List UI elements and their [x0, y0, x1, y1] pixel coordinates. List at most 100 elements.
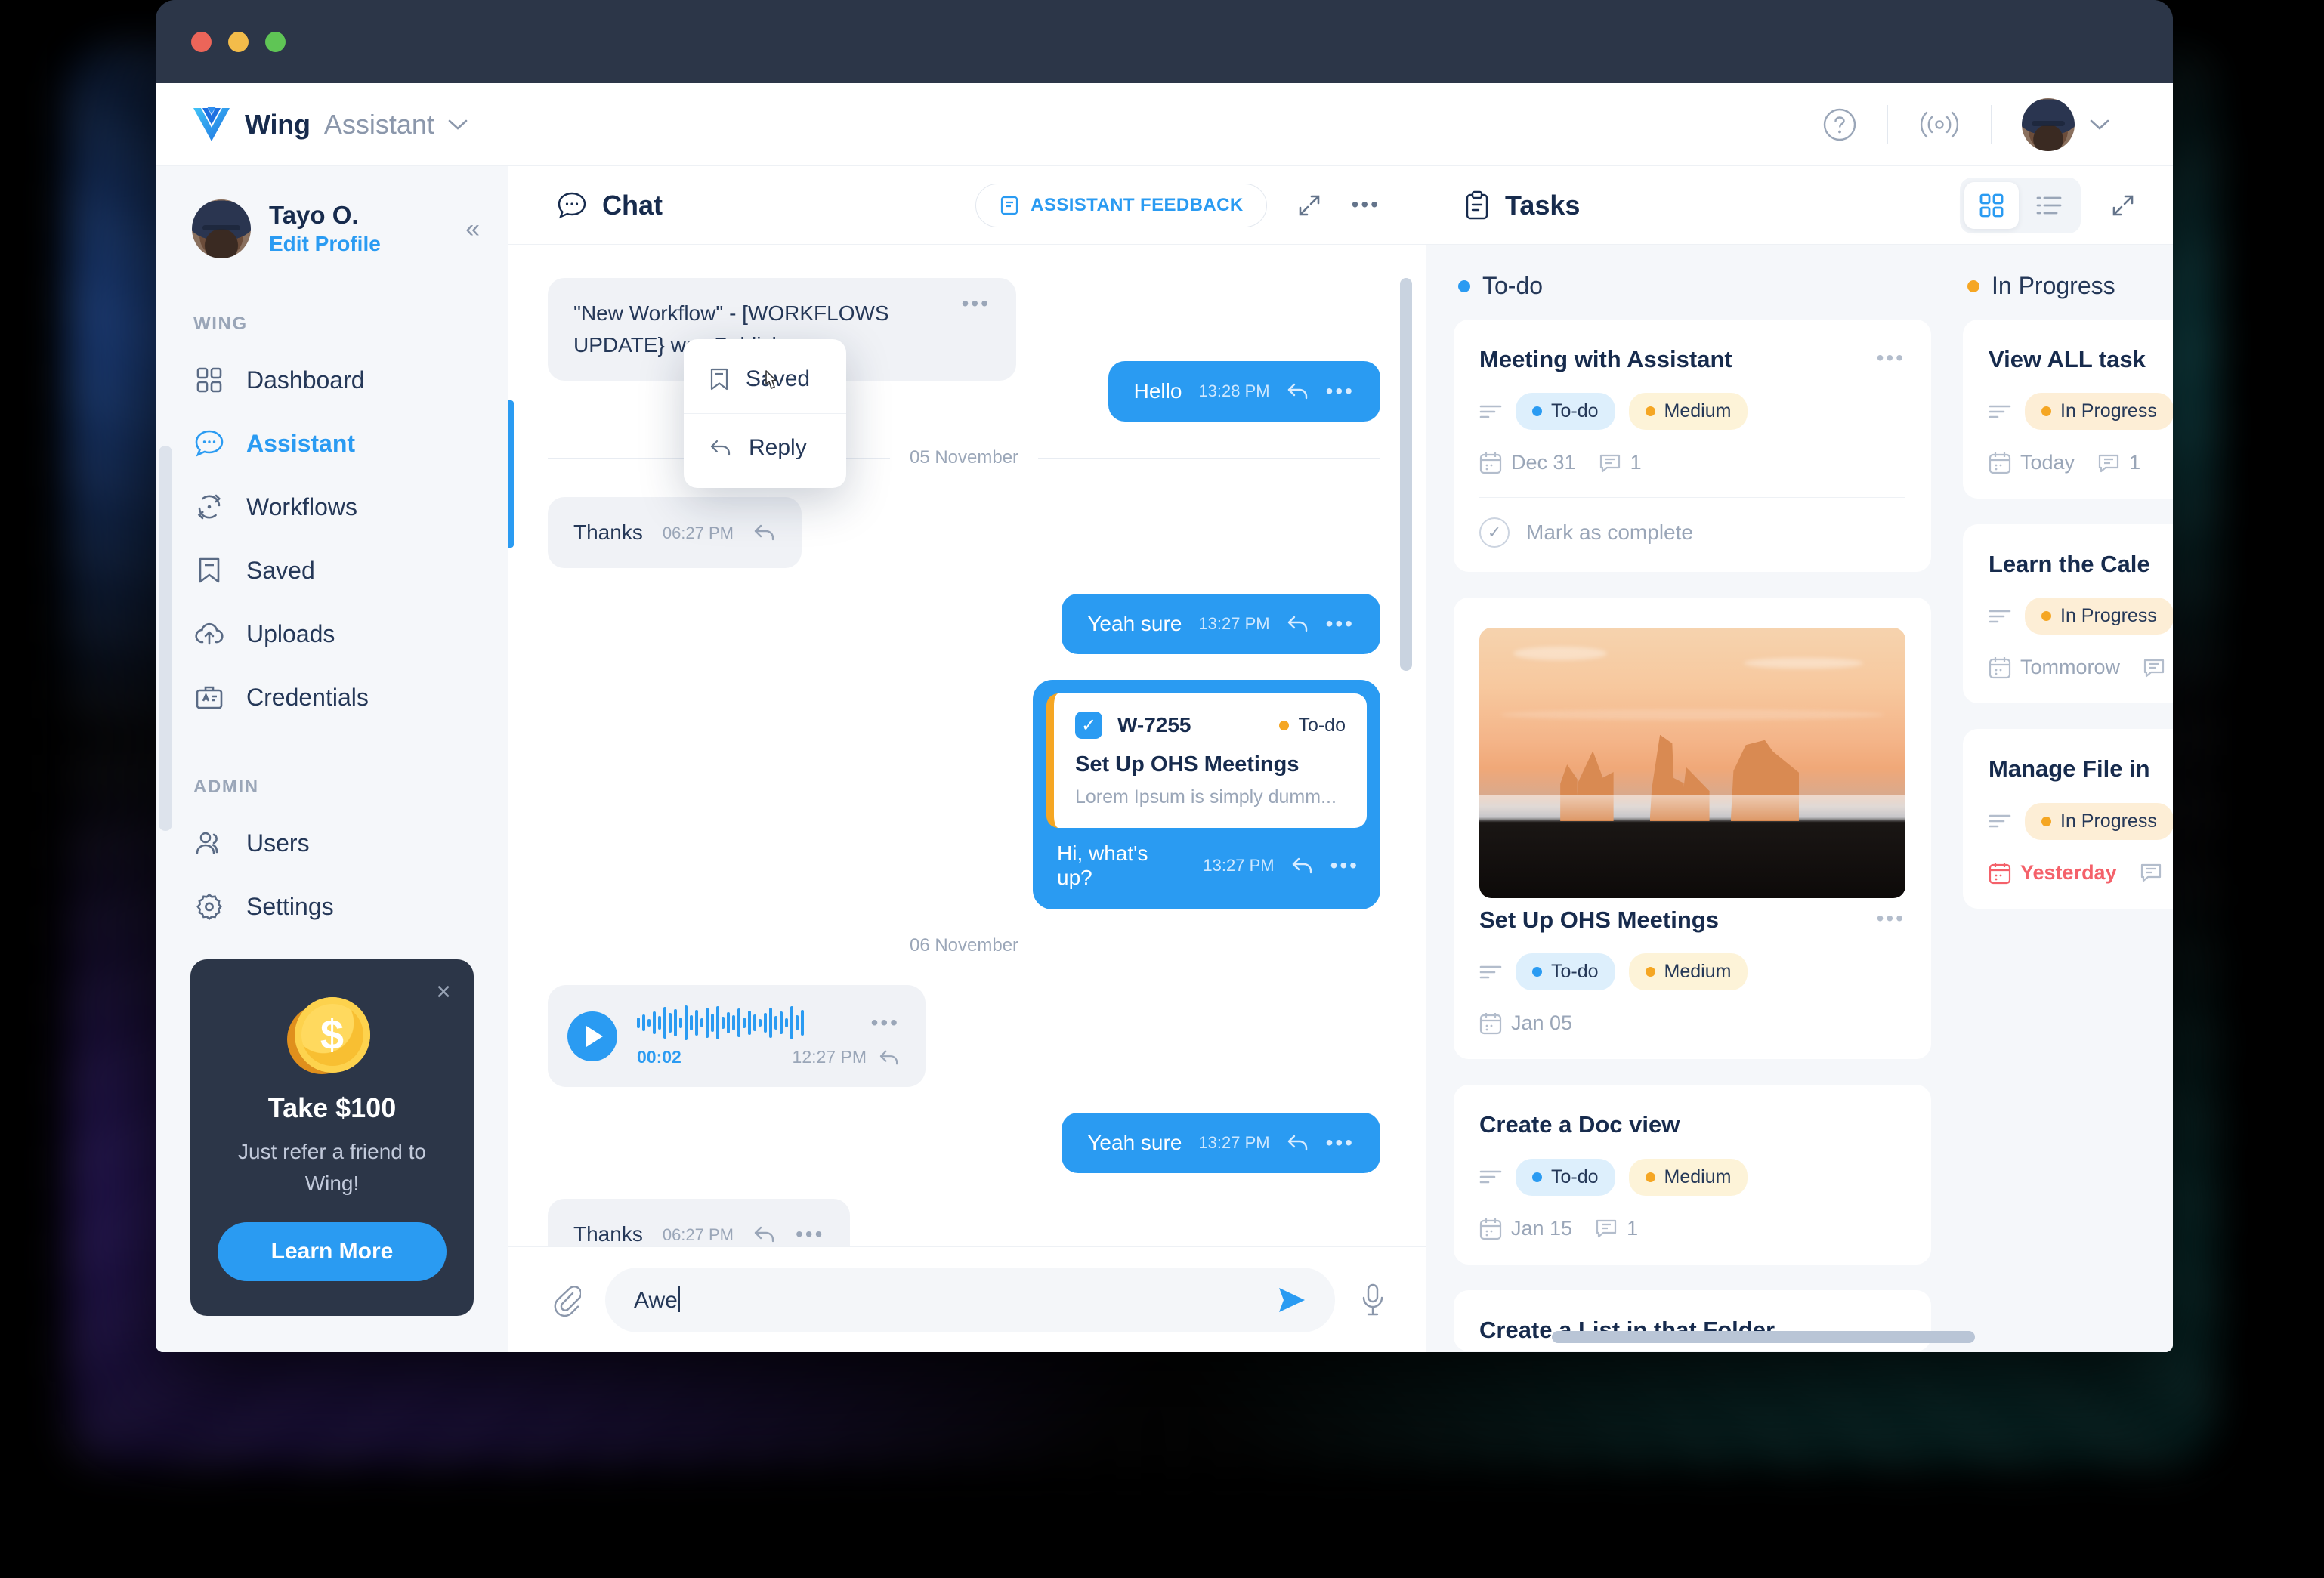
date-separator-label: 05 November: [909, 447, 1019, 468]
expand-icon[interactable]: [1296, 192, 1323, 219]
sidebar-profile[interactable]: Tayo O. Edit Profile «: [156, 166, 508, 286]
priority-label: Medium: [1664, 961, 1732, 983]
task-column-cards: View ALL task In Progress Today 1 Learn …: [1963, 320, 2173, 1352]
message-row: Yeah sure 13:27 PM •••: [548, 1113, 1380, 1173]
reply-icon[interactable]: [1287, 1134, 1309, 1152]
sidebar-item-assistant[interactable]: Assistant: [156, 412, 508, 475]
more-horizontal-icon[interactable]: •••: [1330, 854, 1359, 875]
help-button[interactable]: [1792, 107, 1887, 142]
message-time: 06:27 PM: [662, 523, 734, 542]
task-column-in-progress: In Progress View ALL task In Progress To…: [1963, 245, 2173, 1352]
message-row: Thanks 06:27 PM •••: [548, 1199, 1380, 1246]
message-bubble-outgoing[interactable]: Yeah sure 13:27 PM •••: [1062, 1113, 1380, 1173]
sidebar-item-credentials[interactable]: Credentials: [156, 665, 508, 729]
calendar-icon: [1479, 1011, 1502, 1035]
tasks-header: Tasks: [1426, 166, 2173, 245]
sidebar-item-users[interactable]: Users: [156, 811, 508, 875]
mark-complete-label: Mark as complete: [1526, 520, 1693, 545]
grid-view-icon[interactable]: [1964, 181, 2019, 229]
edit-profile-link[interactable]: Edit Profile: [269, 230, 381, 258]
calendar-icon: [1989, 656, 2011, 679]
message-bubble-task[interactable]: ✓ W-7255 To-do Set Up OHS Meetings Lorem…: [1033, 680, 1380, 909]
task-card[interactable]: Create a Doc view To-do Medium Jan 15 1: [1454, 1085, 1931, 1265]
task-card[interactable]: Set Up OHS Meetings ••• To-do Medium Jan…: [1454, 598, 1931, 1060]
reply-icon[interactable]: [1287, 615, 1309, 633]
minimize-window-button[interactable]: [228, 31, 249, 52]
refresh-icon: [193, 491, 225, 523]
reply-icon[interactable]: [753, 1225, 776, 1243]
status-badge: To-do: [1279, 715, 1346, 737]
calendar-icon: [1479, 451, 1502, 474]
message-input[interactable]: Awe: [634, 1286, 1275, 1314]
maximize-window-button[interactable]: [265, 31, 286, 52]
list-view-icon[interactable]: [2022, 182, 2076, 229]
tasks-horizontal-scrollbar[interactable]: [1552, 1331, 1975, 1343]
paperclip-icon[interactable]: [551, 1283, 581, 1317]
mark-complete-button[interactable]: ✓ Mark as complete: [1479, 517, 1905, 548]
more-horizontal-icon[interactable]: •••: [1352, 194, 1380, 215]
context-menu-item-reply[interactable]: Reply: [684, 418, 846, 477]
send-icon[interactable]: [1275, 1285, 1309, 1315]
reply-icon[interactable]: [1287, 382, 1309, 400]
brand[interactable]: Wing Assistant: [192, 106, 468, 143]
sidebar-item-saved[interactable]: Saved: [156, 539, 508, 602]
play-button[interactable]: [567, 1011, 617, 1061]
assistant-feedback-button[interactable]: ASSISTANT FEEDBACK: [975, 183, 1267, 227]
task-preview-card[interactable]: ✓ W-7255 To-do Set Up OHS Meetings Lorem…: [1046, 693, 1367, 828]
voice-message[interactable]: ••• 00:02 12:27 PM: [548, 985, 926, 1087]
message-bubble-incoming[interactable]: Thanks 06:27 PM •••: [548, 1199, 851, 1246]
message-bubble-outgoing[interactable]: Hello 13:28 PM •••: [1108, 361, 1380, 422]
task-card-title: Set Up OHS Meetings: [1479, 906, 1719, 934]
task-card[interactable]: View ALL task In Progress Today 1: [1963, 320, 2173, 499]
message-input-wrapper[interactable]: Awe: [605, 1267, 1335, 1332]
microphone-icon[interactable]: [1359, 1283, 1386, 1317]
chat-scrollbar[interactable]: [1400, 278, 1412, 671]
learn-more-button[interactable]: Learn More: [218, 1222, 447, 1281]
message-bubble-outgoing[interactable]: Yeah sure 13:27 PM •••: [1062, 594, 1380, 654]
broadcast-button[interactable]: [1888, 109, 1991, 141]
sidebar-item-settings[interactable]: Settings: [156, 875, 508, 938]
sidebar-item-workflows[interactable]: Workflows: [156, 475, 508, 539]
task-card[interactable]: Learn the Cale In Progress Tommorow: [1963, 524, 2173, 704]
sidebar-scrollbar[interactable]: [159, 446, 172, 831]
more-horizontal-icon[interactable]: •••: [796, 1223, 824, 1244]
more-horizontal-icon[interactable]: •••: [1877, 906, 1905, 929]
sidebar-item-label: Workflows: [246, 493, 357, 520]
message-input-value: Awe: [634, 1287, 678, 1313]
sidebar-item-uploads[interactable]: Uploads: [156, 602, 508, 665]
priority-badge: Medium: [1628, 953, 1748, 991]
close-window-button[interactable]: [191, 31, 212, 52]
message-time: 13:27 PM: [1203, 856, 1275, 875]
status-badge: In Progress: [2025, 598, 2173, 635]
task-card[interactable]: Manage File in In Progress Yesterday: [1963, 729, 2173, 909]
task-card[interactable]: Meeting with Assistant ••• To-do Medium …: [1454, 320, 1931, 573]
more-horizontal-icon[interactable]: •••: [962, 293, 990, 314]
sidebar-item-label: Saved: [246, 556, 315, 584]
avatar: [192, 199, 251, 258]
message-text: Hi, what's up?: [1057, 841, 1148, 889]
broadcast-icon: [1918, 109, 1961, 141]
message-row: ✓ W-7255 To-do Set Up OHS Meetings Lorem…: [548, 680, 1380, 909]
close-icon[interactable]: ×: [436, 979, 451, 1005]
chevron-down-icon: [2090, 119, 2109, 131]
more-horizontal-icon[interactable]: •••: [1326, 613, 1355, 634]
task-checkbox[interactable]: ✓: [1075, 712, 1102, 739]
chevron-down-icon[interactable]: [448, 119, 468, 131]
more-horizontal-icon[interactable]: •••: [1877, 345, 1905, 369]
users-icon: [193, 827, 225, 859]
divider: [1479, 497, 1905, 499]
reply-icon: [709, 438, 732, 458]
account-menu[interactable]: [1992, 97, 2140, 151]
more-horizontal-icon[interactable]: •••: [1326, 1132, 1355, 1153]
sidebar-item-dashboard[interactable]: Dashboard: [156, 348, 508, 412]
message-thread: "New Workflow" - [WORKFLOWS UPDATE} was …: [508, 245, 1426, 1246]
app-topbar: Wing Assistant: [156, 83, 2173, 166]
more-horizontal-icon[interactable]: •••: [1326, 380, 1355, 401]
reply-icon[interactable]: [1291, 857, 1314, 875]
message-bubble-incoming[interactable]: Thanks 06:27 PM: [548, 497, 802, 568]
reply-icon[interactable]: [879, 1049, 900, 1066]
collapse-sidebar-button[interactable]: «: [465, 215, 480, 244]
reply-icon[interactable]: [753, 523, 776, 542]
more-horizontal-icon[interactable]: •••: [871, 1011, 900, 1033]
expand-icon[interactable]: [2109, 192, 2137, 219]
